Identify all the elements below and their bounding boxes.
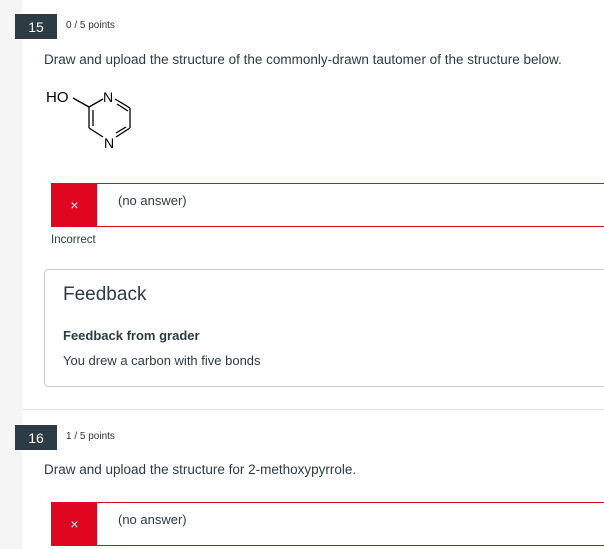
n-bottom-label: N	[104, 135, 114, 151]
answer-status: Incorrect	[51, 234, 96, 246]
question-prompt: Draw and upload the structure of the com…	[44, 52, 562, 67]
question-prompt: Draw and upload the structure for 2-meth…	[44, 462, 357, 477]
question-divider	[22, 409, 604, 410]
feedback-text: You drew a carbon with five bonds	[63, 353, 261, 368]
answer-box: × (no answer)	[51, 502, 604, 546]
incorrect-x-icon: ×	[52, 503, 97, 545]
ho-label: HO	[46, 89, 69, 106]
answer-box: × (no answer)	[51, 183, 604, 227]
question-number-badge: 15	[15, 14, 57, 39]
left-gutter	[0, 0, 22, 549]
question-number-badge: 16	[15, 425, 57, 450]
n-top-label: N	[103, 89, 113, 105]
answer-text: (no answer)	[118, 193, 187, 208]
chemical-structure-image: HO N N	[42, 84, 152, 160]
feedback-heading: Feedback	[63, 284, 147, 305]
feedback-card: Feedback Feedback from grader You drew a…	[44, 269, 604, 387]
incorrect-x-icon: ×	[52, 184, 97, 226]
feedback-from-label: Feedback from grader	[63, 328, 200, 343]
question-points: 0 / 5 points	[66, 20, 115, 31]
question-points: 1 / 5 points	[66, 431, 115, 442]
answer-text: (no answer)	[118, 512, 187, 527]
